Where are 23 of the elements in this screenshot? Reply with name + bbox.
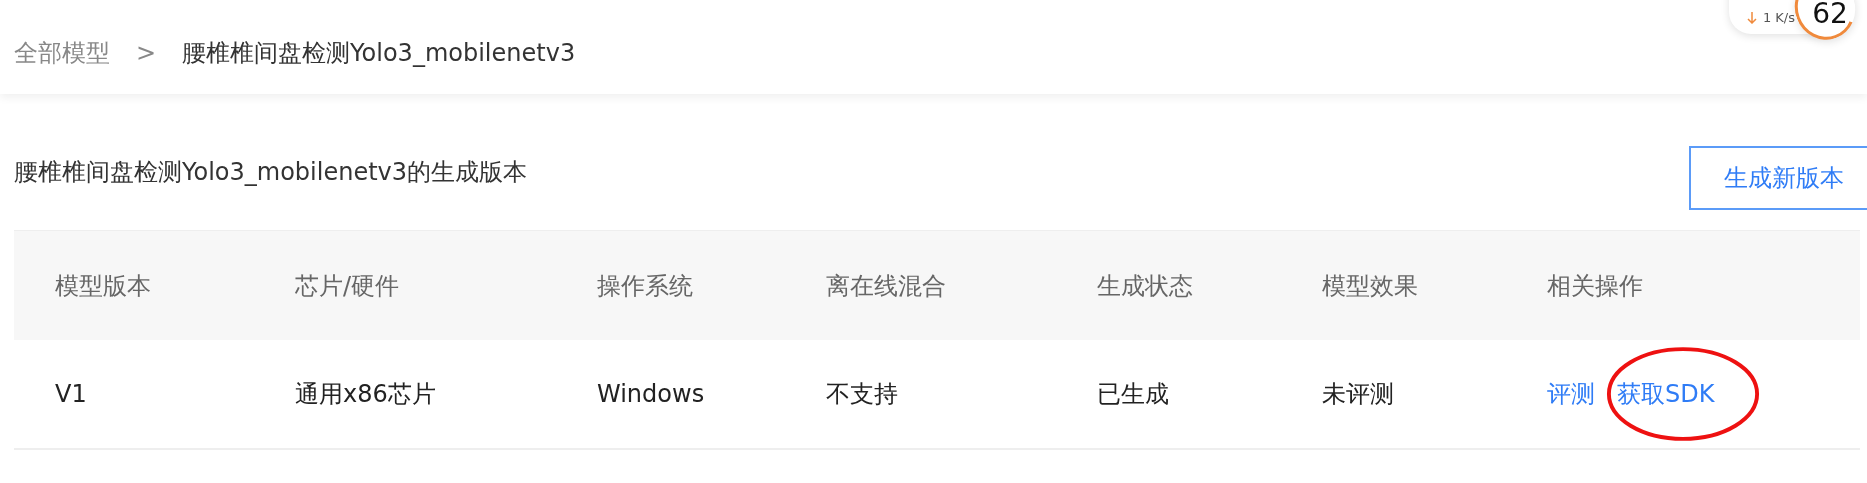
column-header: 模型版本 [55,270,152,302]
section-title: 腰椎椎间盘检测Yolo3_mobilenetv3的生成版本 [14,157,528,188]
table-cell-text: 已生成 [1097,379,1170,410]
down-arrow-icon [1746,11,1757,24]
action-link[interactable]: 获取SDK [1617,376,1715,412]
new-version-button[interactable]: 生成新版本 [1689,146,1867,210]
table-cell-text: 不支持 [826,379,899,410]
column-header: 生成状态 [1097,270,1194,302]
column-header: 操作系统 [597,270,694,302]
download-speed: 1 K/s [1762,9,1795,27]
breadcrumb-current: 腰椎椎间盘检测Yolo3_mobilenetv3 [182,38,576,69]
table-cell-text: V1 [55,379,88,410]
column-header: 离在线混合 [826,270,947,302]
column-header: 芯片/硬件 [295,270,401,302]
column-header: 相关操作 [1547,270,1644,302]
breadcrumb-link[interactable]: 全部模型 [14,35,110,71]
table-cell-text: Windows [597,379,706,410]
table-cell-text: 未评测 [1322,379,1395,410]
percent-value: 62 [1812,0,1848,28]
action-link[interactable]: 评测 [1547,376,1595,412]
breadcrumb-separator: > [136,38,157,69]
table-cell-text: 通用x86芯片 [295,379,437,410]
column-header: 模型效果 [1322,270,1419,302]
